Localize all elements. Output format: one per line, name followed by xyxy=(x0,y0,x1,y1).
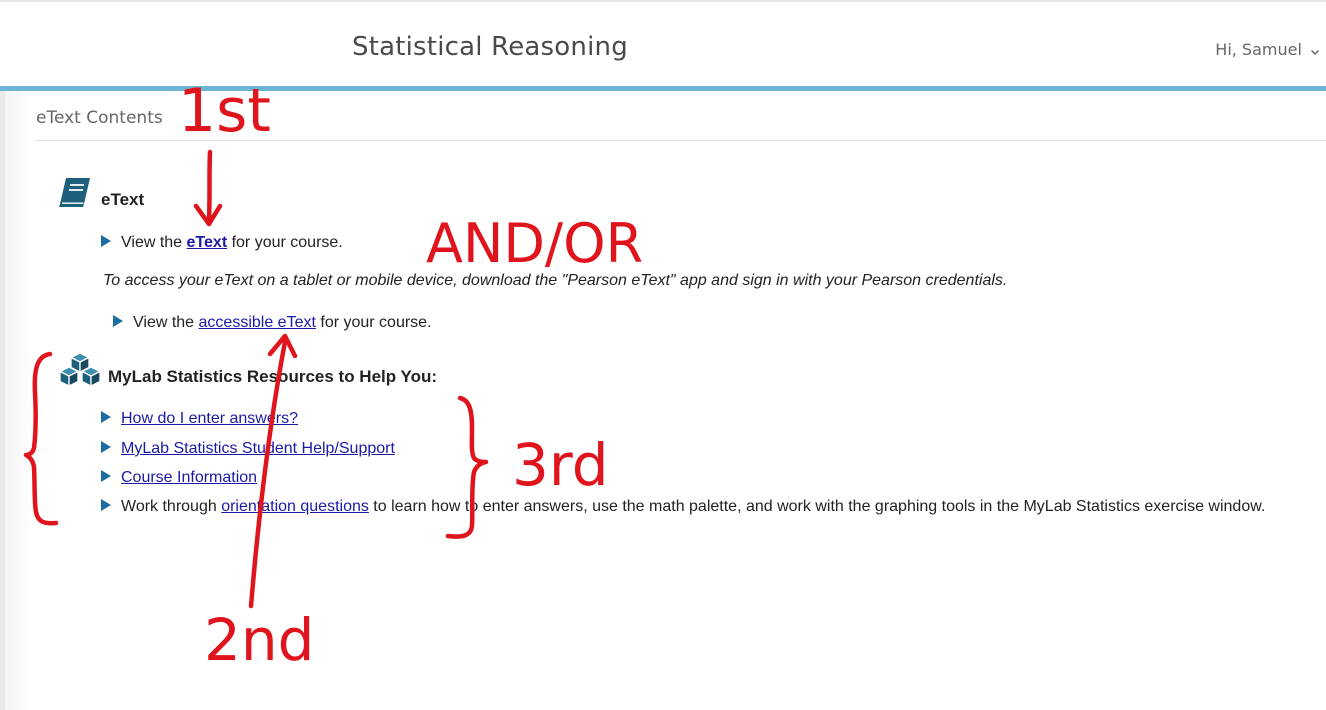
handwritten-annotations: 1st AND/OR 3rd 2nd xyxy=(23,76,643,674)
arrow-to-etext xyxy=(206,149,213,225)
bullet-triangle-icon xyxy=(101,441,111,453)
section-divider xyxy=(34,140,1326,141)
orientation-questions-link[interactable]: orientation questions xyxy=(221,498,369,515)
page-header: Statistical Reasoning Hi, Samuel xyxy=(0,2,1326,86)
student-help-link[interactable]: MyLab Statistics Student Help/Support xyxy=(121,440,395,457)
enter-answers-link[interactable]: How do I enter answers? xyxy=(121,410,298,427)
book-icon xyxy=(57,176,93,213)
arrowhead-etext xyxy=(193,203,223,227)
course-information-link[interactable]: Course Information xyxy=(121,469,257,486)
mobile-access-note: To access your eText on a tablet or mobi… xyxy=(103,272,1008,289)
etext-title: eText xyxy=(101,190,145,209)
course-title: Statistical Reasoning xyxy=(352,32,628,62)
annotation-and-or: AND/OR xyxy=(426,212,643,275)
annotation-second: 2nd xyxy=(204,606,314,674)
resources-title: MyLab Statistics Resources to Help You: xyxy=(108,367,438,386)
cubes-icon xyxy=(57,351,103,392)
bullet-triangle-icon xyxy=(101,470,111,482)
section-title: eText Contents xyxy=(36,108,163,128)
user-greeting: Hi, Samuel xyxy=(1215,40,1302,59)
bullet-triangle-icon xyxy=(101,411,111,423)
annotation-third: 3rd xyxy=(512,431,609,499)
user-menu[interactable]: Hi, Samuel xyxy=(1215,40,1320,61)
header-accent-bar xyxy=(0,86,1326,91)
accessible-etext-link[interactable]: accessible eText xyxy=(199,314,316,331)
chevron-down-icon xyxy=(1310,42,1320,61)
content-shadow xyxy=(5,91,33,710)
etext-link[interactable]: eText xyxy=(187,234,228,251)
bullet-triangle-icon xyxy=(101,235,111,247)
bullet-triangle-icon xyxy=(101,499,111,511)
bullet-triangle-icon xyxy=(113,315,123,327)
arrowhead-accessible xyxy=(267,333,298,359)
